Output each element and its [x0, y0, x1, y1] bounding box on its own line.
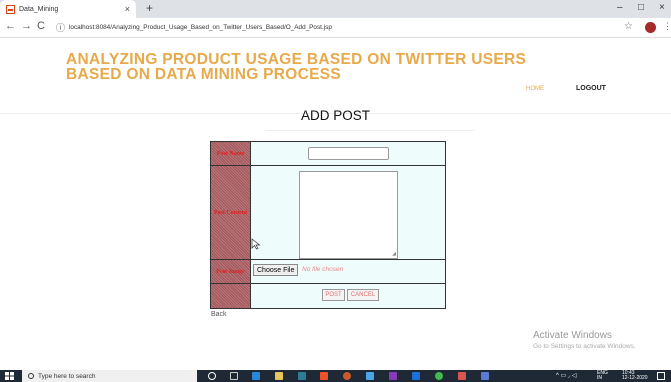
url-text[interactable]: localhost:8084/Analyzing_Product_Usage_B…: [69, 24, 332, 31]
app-icon-4[interactable]: [320, 372, 328, 380]
taskbar-clock[interactable]: 10:43 12-12-2020: [622, 371, 648, 381]
post-image-cell: Choose File No file chosen: [251, 260, 445, 284]
taskbar: Type here to search ^ ▭ ◞ ◁ ENG IN 10:43…: [0, 370, 671, 382]
search-placeholder: Type here to search: [38, 372, 96, 380]
buttons-label-cell: [211, 284, 251, 308]
post-content-label-cell: Post Content: [211, 166, 251, 260]
new-tab-button[interactable]: +: [146, 1, 153, 15]
menu-kebab-icon[interactable]: ⋮: [663, 21, 671, 32]
language-indicator[interactable]: ENG IN: [597, 371, 608, 381]
language-sub-text: IN: [597, 375, 602, 381]
choose-file-button[interactable]: Choose File: [253, 264, 299, 276]
nav-logout-link[interactable]: LOGOUT: [576, 85, 606, 92]
app-icon-1[interactable]: [252, 372, 260, 380]
maximize-button[interactable]: □: [638, 2, 644, 13]
nav-home-link[interactable]: HOME: [526, 86, 544, 92]
chrome-icon[interactable]: [435, 372, 443, 380]
post-name-label-cell: Post Name: [211, 142, 251, 166]
post-button[interactable]: POST: [322, 289, 345, 301]
post-content-textarea[interactable]: ◢: [299, 171, 398, 259]
post-image-label: Post Image: [216, 268, 245, 275]
no-file-text: No file chosen: [302, 266, 344, 273]
system-tray-icons[interactable]: ^ ▭ ◞ ◁: [556, 372, 576, 379]
file-explorer-icon[interactable]: [275, 372, 283, 380]
task-view-icon[interactable]: [230, 372, 238, 380]
app-icon-3[interactable]: [298, 372, 306, 380]
bookmark-star-icon[interactable]: ☆: [624, 21, 633, 32]
app-icon-5[interactable]: [343, 372, 351, 380]
post-name-input[interactable]: [308, 147, 389, 160]
address-bar[interactable]: ⓘ localhost:8084/Analyzing_Product_Usage…: [56, 20, 616, 35]
back-link[interactable]: Back: [211, 311, 227, 318]
tab-close-button[interactable]: ×: [125, 4, 130, 14]
clock-date: 12-12-2020: [622, 375, 648, 381]
post-content-cell: ◢: [251, 166, 445, 260]
site-title: ANALYZING PRODUCT USAGE BASED ON TWITTER…: [66, 51, 527, 83]
resize-grip-icon[interactable]: ◢: [392, 251, 396, 257]
reload-button[interactable]: C: [37, 20, 45, 32]
app-icon-7[interactable]: [389, 372, 397, 380]
app-icon-8[interactable]: [412, 372, 420, 380]
page-heading: ADD POST: [300, 108, 370, 123]
close-window-button[interactable]: ×: [659, 2, 665, 13]
post-name-label: Post Name: [216, 150, 245, 157]
post-image-label-cell: Post Image: [211, 260, 251, 284]
app-icon-10[interactable]: [458, 372, 466, 380]
activate-windows-subtitle: Go to Settings to activate Windows.: [533, 343, 636, 350]
search-icon: [28, 373, 34, 379]
tab-title: Data_Mining: [19, 5, 59, 13]
app-icon-6[interactable]: [366, 372, 374, 380]
notification-icon[interactable]: [657, 372, 665, 380]
post-name-cell: [251, 142, 445, 166]
taskbar-search[interactable]: Type here to search: [22, 370, 197, 382]
profile-avatar[interactable]: [645, 22, 656, 33]
activate-windows-title: Activate Windows: [533, 330, 612, 341]
buttons-cell: POST CANCEL: [251, 284, 445, 308]
cancel-button[interactable]: CANCEL: [347, 289, 379, 301]
favicon-icon: [6, 4, 15, 14]
app-icon-11[interactable]: [481, 372, 489, 380]
info-icon[interactable]: ⓘ: [56, 21, 65, 34]
mouse-cursor-icon: [251, 238, 261, 250]
minimize-button[interactable]: –: [617, 2, 623, 13]
windows-start-icon[interactable]: [5, 372, 14, 380]
post-content-label: Post Content: [213, 209, 248, 216]
add-post-form: Post Name Post Content ◢ Post Image Choo…: [210, 141, 446, 309]
cortana-icon[interactable]: [208, 372, 216, 380]
back-button[interactable]: ←: [5, 20, 16, 32]
browser-tab[interactable]: Data_Mining ×: [0, 0, 136, 18]
heading-divider: [265, 130, 475, 131]
forward-button[interactable]: →: [21, 20, 32, 32]
